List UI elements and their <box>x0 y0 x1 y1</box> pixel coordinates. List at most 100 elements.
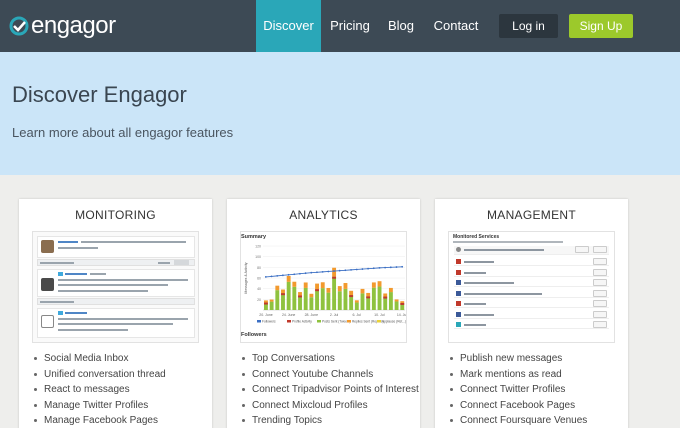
bar-replies <box>349 290 354 296</box>
y-axis-label: Messages & Activity <box>244 262 248 293</box>
followers-point <box>316 271 318 274</box>
followers-point <box>350 268 352 271</box>
bar-posts <box>377 286 382 310</box>
followers-point <box>338 269 341 272</box>
followers-point <box>384 266 387 269</box>
followers-point <box>304 272 307 275</box>
bar-replies <box>354 300 359 303</box>
bar-posts <box>332 276 337 310</box>
nav-contact[interactable]: Contact <box>424 0 488 52</box>
bar-activity <box>281 293 285 296</box>
facebook-icon <box>456 280 461 285</box>
delete-button[interactable] <box>593 258 607 265</box>
bar-posts <box>269 301 274 310</box>
bar-posts <box>366 296 371 310</box>
list-item[interactable]: Connect Youtube Channels <box>240 367 415 383</box>
bar-replies <box>371 282 376 288</box>
bar-activity <box>264 302 268 305</box>
monitoring-screenshot <box>32 231 199 343</box>
facebook-icon <box>456 301 461 306</box>
bar-replies <box>292 281 297 287</box>
legend-label: Profile Activity <box>292 320 312 324</box>
list-item[interactable]: Connect Mixcloud Profiles <box>240 398 415 414</box>
bar-replies <box>394 299 399 302</box>
list-item[interactable]: Unified conversation thread <box>32 367 207 383</box>
top-navigation: engagor Discover Pricing Blog Contact Lo… <box>0 0 680 52</box>
facebook-icon <box>456 269 461 275</box>
bar-replies <box>281 289 285 294</box>
x-tick-label: 28. June <box>305 313 318 317</box>
feed-item <box>37 308 195 338</box>
bar-activity <box>315 289 319 292</box>
analytics-card[interactable]: ANALYTICS Summary 20 40 60 80 100 120 Messages… <box>227 199 420 428</box>
followers-point <box>389 266 392 269</box>
feed-item <box>37 269 195 297</box>
twitter-bird-icon <box>58 272 63 276</box>
followers-point <box>355 268 358 271</box>
logo[interactable]: engagor <box>8 12 116 40</box>
delete-button[interactable] <box>593 310 607 318</box>
service-row <box>454 279 609 287</box>
bar-posts <box>383 296 388 310</box>
card-title: MONITORING <box>75 208 156 222</box>
bar-replies <box>320 282 325 289</box>
monitoring-card[interactable]: MONITORING Social Media Inbox Unified co… <box>19 199 212 428</box>
nav-pricing[interactable]: Pricing <box>322 0 378 52</box>
nav-blog[interactable]: Blog <box>378 0 424 52</box>
management-card[interactable]: MANAGEMENT Monitored Services Publish ne… <box>435 199 628 428</box>
feed-bar <box>37 298 195 305</box>
edit-button[interactable] <box>575 246 589 253</box>
bar-posts <box>309 297 314 310</box>
bar-replies <box>332 267 337 277</box>
bar-posts <box>354 302 359 310</box>
service-row <box>454 310 609 319</box>
list-item[interactable]: Connect Facebook Pages <box>448 398 623 414</box>
list-item[interactable]: Top Conversations <box>240 351 415 367</box>
delete-button[interactable] <box>593 300 607 307</box>
legend-label: Applause (Ret...) <box>382 320 406 324</box>
list-item[interactable]: Connect Tripadvisor Points of Interest <box>240 382 419 398</box>
delete-button[interactable] <box>593 321 607 328</box>
bar-replies <box>388 287 393 293</box>
bar-posts <box>360 293 365 310</box>
list-item[interactable]: Trending Topics <box>240 413 415 428</box>
list-item[interactable]: Manage Facebook Pages <box>32 413 207 428</box>
page-subtitle: Learn more about all engagor features <box>12 125 234 140</box>
login-button[interactable]: Log in <box>499 14 558 38</box>
legend-swatch <box>317 320 321 323</box>
signup-button[interactable]: Sign Up <box>569 14 633 38</box>
y-tick-label: 80 <box>257 266 261 270</box>
engagor-logo-icon <box>8 15 30 37</box>
followers-point <box>333 270 335 272</box>
bar-replies <box>377 281 382 287</box>
analytics-screenshot: Summary 20 40 60 80 100 120 Messages & Activit… <box>240 231 407 343</box>
delete-button[interactable] <box>593 246 607 253</box>
delete-button[interactable] <box>593 289 607 297</box>
delete-button[interactable] <box>593 268 607 276</box>
delete-button[interactable] <box>593 279 607 286</box>
list-item[interactable]: Connect Twitter Profiles <box>448 382 623 398</box>
x-tick-label: 10. Jul <box>374 313 385 317</box>
x-tick-label: 14. Jul <box>397 313 407 317</box>
list-item[interactable]: Mark mentions as read <box>448 367 623 383</box>
bar-activity <box>298 295 302 298</box>
bar-replies <box>269 299 274 302</box>
list-item[interactable]: React to messages <box>32 382 207 398</box>
list-item[interactable]: Manage Twitter Profiles <box>32 398 207 414</box>
feature-list: Top Conversations Connect Youtube Channe… <box>240 351 419 428</box>
x-tick-label: 2. Jul <box>330 313 339 317</box>
list-item[interactable]: Publish new messages <box>448 351 623 367</box>
nav-discover[interactable]: Discover <box>256 0 321 52</box>
legend-swatch <box>287 320 291 323</box>
bar-activity <box>400 302 405 305</box>
avatar <box>41 315 54 328</box>
facebook-icon <box>456 259 461 264</box>
list-item[interactable]: Social Media Inbox <box>32 351 207 367</box>
y-tick-label: 100 <box>255 255 261 259</box>
list-item[interactable]: Connect Foursquare Venues <box>448 413 623 428</box>
followers-point <box>401 265 404 268</box>
legend-label: Followers <box>262 320 276 324</box>
followers-label: Followers <box>241 332 267 338</box>
twitter-bird-icon <box>58 311 63 315</box>
y-tick-label: 20 <box>257 298 261 302</box>
